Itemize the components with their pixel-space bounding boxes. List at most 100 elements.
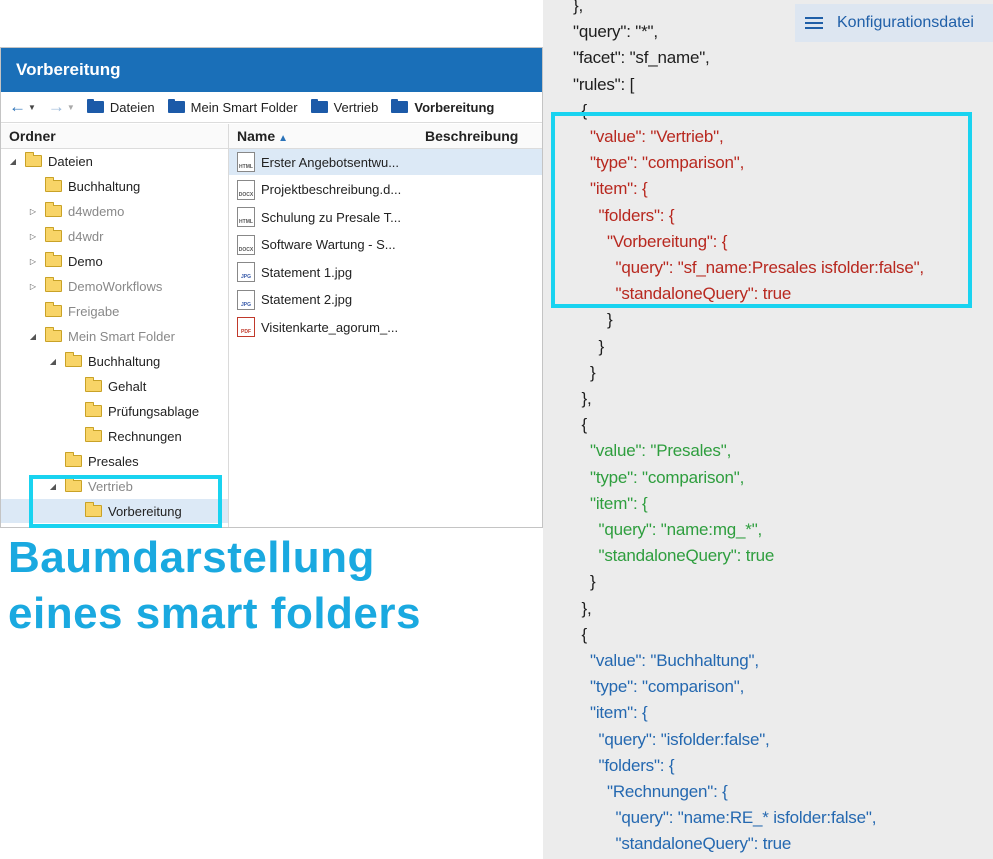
file-row[interactable]: HTML Schulung zu Presale T...: [229, 204, 542, 230]
tree-item[interactable]: Freigabe: [1, 299, 228, 323]
code-line: }: [590, 572, 596, 592]
code-line: "query": "*",: [573, 22, 658, 42]
tree-item[interactable]: Vorbereitung: [1, 499, 228, 523]
folder-open-icon: [65, 352, 82, 367]
file-type-label: JPG: [240, 274, 251, 280]
sort-ascending-icon: ▲: [278, 133, 289, 144]
breadcrumb-vertrieb[interactable]: Vertrieb: [310, 99, 378, 115]
tree-item-label: Gehalt: [108, 378, 147, 394]
html-file-icon: HTML: [237, 152, 255, 172]
docx-file-icon: DOCX: [237, 179, 255, 200]
file-row[interactable]: HTML Erster Angebotsentwu...: [229, 149, 542, 175]
file-row[interactable]: JPG Statement 2.jpg: [229, 287, 542, 313]
breadcrumb-mein-smart-folder[interactable]: Mein Smart Folder: [167, 99, 298, 115]
html-file-icon: HTML: [237, 207, 255, 227]
folder-icon: [86, 99, 104, 113]
tree-item-label: Demo: [68, 253, 103, 269]
config-file-button[interactable]: Konfigurationsdatei: [795, 4, 993, 42]
tree-item-label: Vertrieb: [88, 478, 133, 494]
folder-icon: [45, 177, 62, 192]
breadcrumb-label: Mein Smart Folder: [190, 99, 298, 115]
file-name: Software Wartung - S...: [261, 237, 396, 252]
tree-item[interactable]: ▷ Demo: [1, 249, 228, 273]
forward-history-dropdown-icon[interactable]: ▼: [67, 103, 75, 112]
code-line: "query": "sf_name:Presales isfolder:fals…: [615, 258, 925, 277]
caption-line-1: Baumdarstellung: [8, 533, 375, 582]
code-line: "value": "Presales",: [590, 441, 732, 461]
file-name: Visitenkarte_agorum_...: [261, 319, 399, 335]
folder-tree: Ordner ◢ Dateien Buchhaltung ▷ d4wdemo ▷ d4wdr…: [1, 124, 229, 527]
tree-item-label: Buchhaltung: [88, 353, 161, 369]
expanded-toggle-icon[interactable]: ◢: [47, 482, 59, 491]
tree-item[interactable]: ▷ d4wdr: [1, 224, 228, 248]
tree-item-label: d4wdemo: [68, 203, 125, 219]
tree-item[interactable]: ◢ Buchhaltung: [1, 349, 228, 373]
breadcrumb-vorbereitung[interactable]: Vorbereitung: [391, 99, 495, 115]
code-line: "type": "comparison",: [590, 153, 745, 173]
tree-item[interactable]: ▷ d4wdemo: [1, 199, 228, 223]
code-line: "facet": "sf_name",: [573, 48, 710, 68]
tree-item-label: Presales: [88, 453, 139, 469]
code-line: "standaloneQuery": true: [615, 834, 792, 854]
tree-item[interactable]: ◢ Dateien: [1, 149, 228, 173]
expanded-toggle-icon[interactable]: ◢: [27, 332, 39, 341]
code-line: "Rechnungen": {: [607, 782, 728, 801]
code-line: "type": "comparison",: [590, 467, 745, 487]
file-type-label: DOCX: [238, 246, 254, 253]
collapsed-toggle-icon[interactable]: ▷: [27, 207, 39, 216]
folder-icon: [85, 427, 102, 442]
explorer-window: Vorbereitung ← ▼ → ▼ Dateien Mein Smart …: [0, 47, 543, 528]
tree-item-label: Mein Smart Folder: [68, 328, 175, 344]
file-row[interactable]: DOCX Software Wartung - S...: [229, 232, 542, 258]
tree-item[interactable]: Presales: [1, 449, 228, 473]
file-row[interactable]: JPG Statement 1.jpg: [229, 259, 542, 285]
collapsed-toggle-icon[interactable]: ▷: [27, 257, 39, 266]
column-description-header[interactable]: Beschreibung: [425, 124, 518, 148]
tree-item[interactable]: Rechnungen: [1, 424, 228, 448]
file-name: Erster Angebotsentwu...: [261, 154, 400, 170]
column-name-header[interactable]: Name ▲: [237, 124, 425, 148]
tree-item[interactable]: ◢ Mein Smart Folder: [1, 324, 228, 348]
file-row[interactable]: DOCX Projektbeschreibung.d...: [229, 177, 542, 203]
code-line: "rules": [: [573, 74, 635, 94]
code-line: "query": "name:RE_* isfolder:false",: [615, 808, 877, 828]
breadcrumb-label: Vorbereitung: [414, 99, 495, 115]
tree-item[interactable]: Prüfungsablage: [1, 399, 228, 423]
tree-item-label: Prüfungsablage: [108, 403, 200, 419]
collapsed-toggle-icon[interactable]: ▷: [27, 232, 39, 241]
expanded-toggle-icon[interactable]: ◢: [47, 357, 59, 366]
breadcrumb-dateien[interactable]: Dateien: [86, 99, 155, 115]
back-history-dropdown-icon[interactable]: ▼: [28, 103, 36, 112]
arrow-left-icon[interactable]: ←: [9, 97, 26, 117]
tree-item[interactable]: ◢ Vertrieb: [1, 474, 228, 498]
jpg-file-icon: JPG: [237, 289, 255, 310]
folder-icon: [45, 277, 62, 292]
expanded-toggle-icon[interactable]: ◢: [7, 157, 19, 166]
window-title: Vorbereitung: [1, 48, 542, 92]
docx-file-icon: DOCX: [237, 234, 255, 255]
folder-open-icon: [65, 477, 82, 492]
folder-icon: [391, 99, 409, 113]
arrow-right-icon[interactable]: →: [48, 97, 65, 117]
file-row[interactable]: PDF Visitenkarte_agorum_...: [229, 314, 542, 340]
code-line: {: [581, 100, 588, 120]
file-name: Statement 1.jpg: [261, 264, 353, 280]
file-type-label: DOCX: [238, 191, 254, 198]
tree-item-label: DemoWorkflows: [68, 278, 163, 294]
tree-item[interactable]: ▷ DemoWorkflows: [1, 274, 228, 298]
tree-item-label: Rechnungen: [108, 428, 182, 444]
folder-open-icon: [45, 327, 62, 342]
file-type-label: HTML: [239, 219, 253, 225]
code-line: "type": "comparison",: [590, 677, 745, 697]
code-line: },: [581, 389, 592, 408]
code-line: }: [607, 310, 613, 330]
folder-icon: [167, 99, 185, 113]
code-line: "value": "Vertrieb",: [590, 127, 724, 146]
code-line: "item": {: [590, 179, 648, 199]
code-line: }: [598, 336, 605, 356]
tree-item[interactable]: Buchhaltung: [1, 174, 228, 198]
code-line: }: [590, 362, 596, 382]
tree-item[interactable]: Gehalt: [1, 374, 228, 398]
collapsed-toggle-icon[interactable]: ▷: [27, 282, 39, 291]
caption: Baumdarstellung eines smart folders: [8, 530, 421, 642]
